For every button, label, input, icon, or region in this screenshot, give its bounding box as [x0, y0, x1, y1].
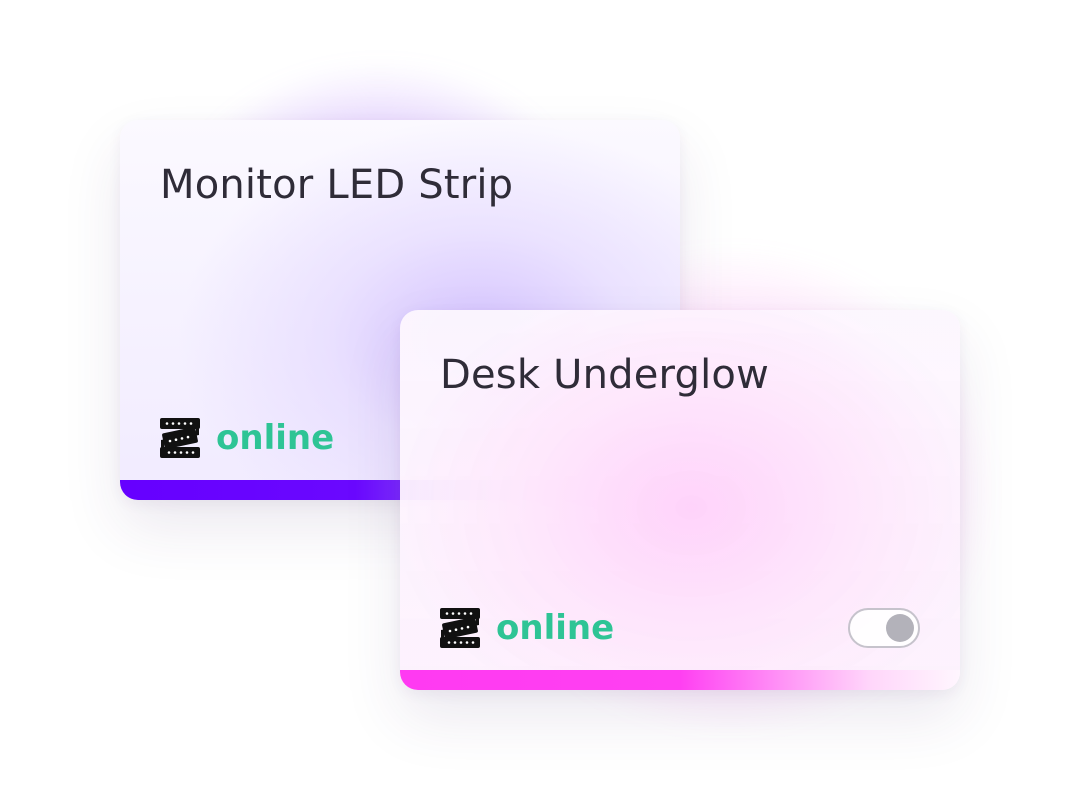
led-strip-icon: [440, 608, 480, 648]
device-cards-stage: Monitor LED Strip online Desk Underglow: [0, 0, 1080, 810]
toggle-knob: [886, 614, 914, 642]
device-title: Desk Underglow: [440, 352, 769, 398]
power-toggle[interactable]: [848, 608, 920, 648]
led-strip-icon: [160, 418, 200, 458]
device-status: online: [160, 418, 334, 458]
device-title: Monitor LED Strip: [160, 162, 514, 208]
status-label: online: [496, 608, 615, 648]
device-status: online: [440, 608, 614, 648]
accent-bar: [400, 670, 960, 690]
device-card-desk-underglow[interactable]: Desk Underglow online: [400, 310, 960, 690]
status-label: online: [216, 418, 335, 458]
